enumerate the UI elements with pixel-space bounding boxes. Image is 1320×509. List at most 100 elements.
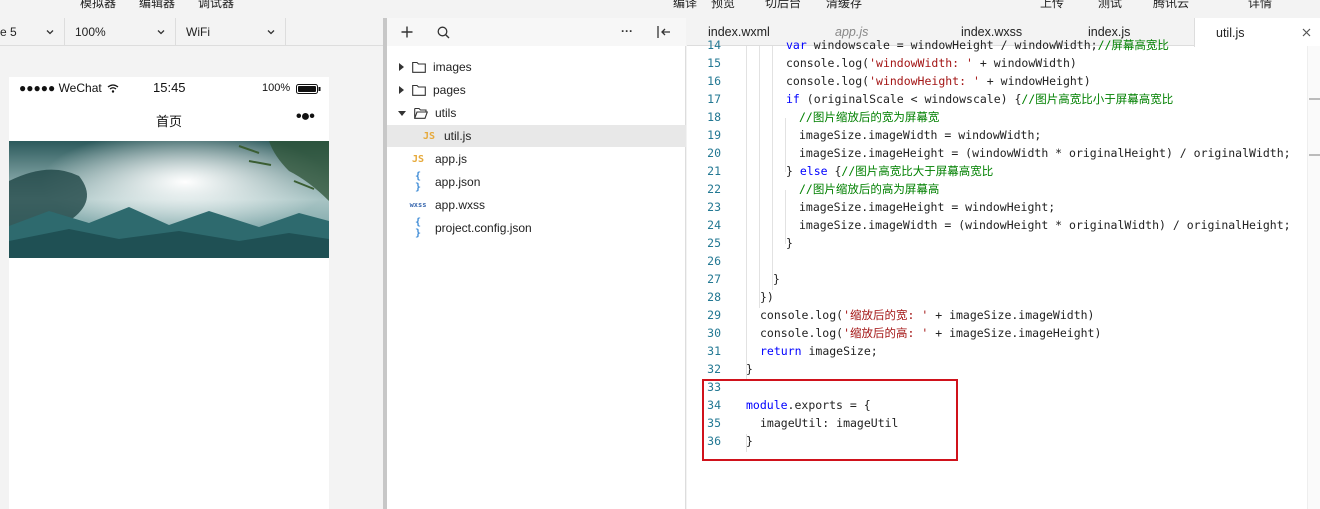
line-number: 15: [707, 56, 721, 70]
code-line[interactable]: 26: [687, 252, 1307, 270]
code-text: } else {//图片高宽比大于屏幕高宽比: [786, 164, 994, 178]
scrollbar-marker: [1309, 98, 1320, 100]
line-number: 19: [707, 128, 721, 142]
code-text: }): [760, 290, 774, 304]
tree-item-label: pages: [433, 83, 466, 97]
more-icon[interactable]: ···: [621, 24, 633, 38]
line-number: 27: [707, 272, 721, 286]
code-text: console.log('windowHeight: ' + windowHei…: [786, 74, 1091, 88]
code-line[interactable]: 18 //图片缩放后的宽为屏幕宽: [687, 108, 1307, 126]
chevron-right-icon: [399, 63, 404, 71]
tencent-cloud-button[interactable]: 腾讯云: [1153, 0, 1189, 11]
code-line[interactable]: 29 console.log('缩放后的宽: ' + imageSize.imag…: [687, 306, 1307, 324]
editor-scrollbar[interactable]: [1307, 46, 1320, 509]
clear-cache-button[interactable]: 清缓存: [826, 0, 862, 11]
folder-open-icon: [414, 107, 428, 119]
device-select[interactable]: e 5: [0, 18, 65, 46]
clock-label: 15:45: [153, 80, 186, 95]
code-text: //图片缩放后的宽为屏幕宽: [799, 110, 940, 124]
code-line[interactable]: 25}: [687, 234, 1307, 252]
code-line[interactable]: 24 imageSize.imageWidth = (windowHeight *…: [687, 216, 1307, 234]
editor-toggle[interactable]: 编辑器: [139, 0, 175, 11]
debugger-toggle[interactable]: 调试器: [198, 0, 234, 11]
tree-item-utils[interactable]: utils: [387, 102, 686, 124]
code-line[interactable]: 19 imageSize.imageWidth = windowWidth;: [687, 126, 1307, 144]
banner-illustration: [9, 141, 329, 258]
code-text: return imageSize;: [760, 344, 878, 358]
tree-item-label: util.js: [444, 129, 472, 143]
code-line[interactable]: 15 console.log('windowWidth: ' + windowWi…: [687, 54, 1307, 72]
code-text: if (originalScale < windowscale) {//图片高宽…: [786, 92, 1174, 106]
line-number: 21: [707, 164, 721, 178]
json-file-icon: { }: [414, 171, 422, 193]
line-number: 22: [707, 182, 721, 196]
tree-item-images[interactable]: images: [387, 56, 686, 78]
search-icon[interactable]: [437, 26, 450, 39]
tree-item-app-js[interactable]: JS app.js: [387, 148, 686, 170]
tree-item-label: project.config.json: [435, 221, 532, 235]
code-line[interactable]: 16 console.log('windowHeight: ' + windowH…: [687, 72, 1307, 90]
tree-item-pages[interactable]: pages: [387, 79, 686, 101]
zoom-select[interactable]: 100%: [65, 18, 176, 46]
code-line[interactable]: 23 imageSize.imageHeight = windowHeight;: [687, 198, 1307, 216]
tree-item-util-js[interactable]: JS util.js: [387, 125, 686, 147]
code-line[interactable]: 21 } else {//图片高宽比大于屏幕高宽比: [687, 162, 1307, 180]
upload-button[interactable]: 上传: [1040, 0, 1064, 11]
code-line[interactable]: 20 imageSize.imageHeight = (windowWidth *…: [687, 144, 1307, 162]
code-text: //图片缩放后的高为屏幕高: [799, 182, 940, 196]
line-number: 31: [707, 344, 721, 358]
simulator-area: ●●●●● WeChat 15:45 100% 首页 •●•: [0, 46, 385, 509]
code-text: imageSize.imageWidth = (windowHeight * o…: [799, 218, 1291, 232]
battery-label: 100%: [262, 82, 291, 94]
plus-icon[interactable]: [401, 26, 413, 38]
code-text: console.log('缩放后的高: ' + imageSize.imageH…: [760, 326, 1102, 340]
line-number: 29: [707, 308, 721, 322]
preview-button[interactable]: 预览: [711, 0, 735, 11]
line-number: 30: [707, 326, 721, 340]
zoom-select-value: 100%: [75, 25, 106, 39]
annotation-highlight-box: [702, 379, 958, 461]
phone-screen: ●●●●● WeChat 15:45 100% 首页 •●•: [9, 77, 329, 509]
line-number: 32: [707, 362, 721, 376]
js-file-icon: JS: [422, 130, 436, 142]
capsule-menu-icon[interactable]: •●•: [296, 108, 315, 126]
code-text: imageSize.imageHeight = windowHeight;: [799, 200, 1056, 214]
compile-button[interactable]: 编译: [673, 0, 697, 11]
background-button[interactable]: 切后台: [765, 0, 801, 11]
line-number: 18: [707, 110, 721, 124]
code-text: console.log('windowWidth: ' + windowWidt…: [786, 56, 1077, 70]
tree-item-app-wxss[interactable]: wxss app.wxss: [387, 194, 686, 216]
line-number: 23: [707, 200, 721, 214]
json-file-icon: { }: [414, 217, 422, 239]
top-toolbar: 模拟器 编辑器 调试器 编译 预览 切后台 清缓存 上传 测试 腾讯云 详情: [0, 0, 1320, 18]
simulator-toggle[interactable]: 模拟器: [80, 0, 116, 11]
tree-item-app-json[interactable]: { } app.json: [387, 171, 686, 193]
code-line[interactable]: 27}: [687, 270, 1307, 288]
status-bar: ●●●●● WeChat 15:45 100%: [9, 77, 329, 99]
tree-item-project-config-json[interactable]: { } project.config.json: [387, 217, 686, 239]
code-line[interactable]: 28}): [687, 288, 1307, 306]
nav-bar: 首页 •●•: [9, 99, 329, 141]
network-select[interactable]: WiFi: [176, 18, 286, 46]
code-line[interactable]: 14 var windowscale = windowHeight / windo…: [687, 36, 1307, 54]
code-line[interactable]: 30 console.log('缩放后的高: ' + imageSize.imag…: [687, 324, 1307, 342]
code-text: imageSize.imageHeight = (windowWidth * o…: [799, 146, 1291, 160]
code-text: }: [786, 236, 793, 250]
code-line[interactable]: 32}: [687, 360, 1307, 378]
chevron-down-icon: [46, 30, 54, 35]
code-text: imageSize.imageWidth = windowWidth;: [799, 128, 1042, 142]
folder-icon: [412, 84, 426, 96]
code-line[interactable]: 22 //图片缩放后的高为屏幕高: [687, 180, 1307, 198]
code-line[interactable]: 31 return imageSize;: [687, 342, 1307, 360]
code-line[interactable]: 17 if (originalScale < windowscale) {//图片…: [687, 90, 1307, 108]
details-button[interactable]: 详情: [1248, 0, 1272, 11]
network-select-value: WiFi: [186, 25, 210, 39]
collapse-panel-icon[interactable]: [657, 26, 671, 38]
device-select-value: e 5: [0, 25, 17, 39]
code-text: }: [746, 362, 753, 376]
tree-item-label: app.wxss: [435, 198, 486, 212]
simulator-toolbar: e 5 100% WiFi: [0, 18, 385, 46]
chevron-down-icon: [157, 30, 165, 35]
test-button[interactable]: 测试: [1098, 0, 1122, 11]
file-tree-panel: ··· images pages utils JS util.js JS app…: [387, 18, 686, 509]
